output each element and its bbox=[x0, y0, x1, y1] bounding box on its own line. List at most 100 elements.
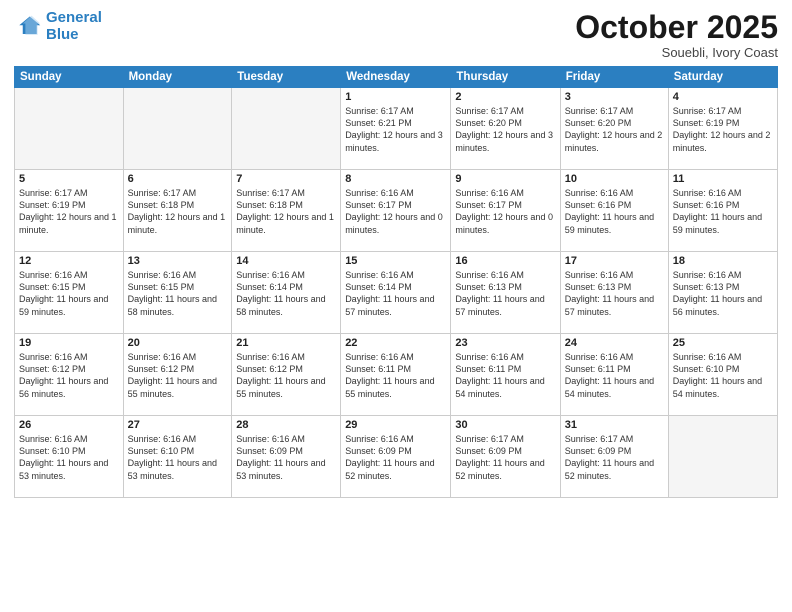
calendar-cell: 18 Sunrise: 6:16 AM Sunset: 6:13 PM Dayli… bbox=[668, 252, 777, 334]
day-info: Sunrise: 6:17 AM Sunset: 6:18 PM Dayligh… bbox=[128, 187, 228, 236]
day-info: Sunrise: 6:16 AM Sunset: 6:16 PM Dayligh… bbox=[565, 187, 664, 236]
day-info: Sunrise: 6:16 AM Sunset: 6:12 PM Dayligh… bbox=[236, 351, 336, 400]
logo-icon bbox=[14, 13, 42, 41]
day-info: Sunrise: 6:16 AM Sunset: 6:12 PM Dayligh… bbox=[128, 351, 228, 400]
title-block: October 2025 Souebli, Ivory Coast bbox=[575, 10, 778, 60]
day-info: Sunrise: 6:17 AM Sunset: 6:18 PM Dayligh… bbox=[236, 187, 336, 236]
day-info: Sunrise: 6:16 AM Sunset: 6:12 PM Dayligh… bbox=[19, 351, 119, 400]
day-info: Sunrise: 6:16 AM Sunset: 6:14 PM Dayligh… bbox=[345, 269, 446, 318]
day-number: 8 bbox=[345, 173, 446, 185]
day-number: 28 bbox=[236, 419, 336, 431]
day-number: 22 bbox=[345, 337, 446, 349]
calendar-cell: 23Sunrise: 6:16 AM Sunset: 6:11 PM Dayli… bbox=[451, 334, 560, 416]
day-number: 29 bbox=[345, 419, 446, 431]
day-info: Sunrise: 6:16 AM Sunset: 6:11 PM Dayligh… bbox=[455, 351, 555, 400]
location-subtitle: Souebli, Ivory Coast bbox=[575, 45, 778, 60]
day-number: 27 bbox=[128, 419, 228, 431]
calendar-cell: 13 Sunrise: 6:16 AM Sunset: 6:15 PM Dayli… bbox=[123, 252, 232, 334]
day-number: 15 bbox=[345, 255, 446, 267]
calendar-cell: 17 Sunrise: 6:16 AM Sunset: 6:13 PM Dayli… bbox=[560, 252, 668, 334]
day-info: Sunrise: 6:16 AM Sunset: 6:17 PM Dayligh… bbox=[455, 187, 555, 236]
day-number: 6 bbox=[128, 173, 228, 185]
calendar-cell bbox=[15, 88, 124, 170]
day-number: 21 bbox=[236, 337, 336, 349]
day-number: 19 bbox=[19, 337, 119, 349]
calendar-cell: 12 Sunrise: 6:16 AM Sunset: 6:15 PM Dayli… bbox=[15, 252, 124, 334]
calendar-cell: 29 Sunrise: 6:16 AM Sunset: 6:09 PM Dayli… bbox=[341, 416, 451, 498]
calendar-cell: 10 Sunrise: 6:16 AM Sunset: 6:16 PM Dayli… bbox=[560, 170, 668, 252]
day-info: Sunrise: 6:16 AM Sunset: 6:16 PM Dayligh… bbox=[673, 187, 773, 236]
day-header-friday: Friday bbox=[560, 67, 668, 88]
day-number: 20 bbox=[128, 337, 228, 349]
day-info: Sunrise: 6:16 AM Sunset: 6:09 PM Dayligh… bbox=[345, 433, 446, 482]
day-number: 10 bbox=[565, 173, 664, 185]
day-info: Sunrise: 6:16 AM Sunset: 6:11 PM Dayligh… bbox=[565, 351, 664, 400]
day-number: 24 bbox=[565, 337, 664, 349]
calendar-cell: 16Sunrise: 6:16 AM Sunset: 6:13 PM Dayli… bbox=[451, 252, 560, 334]
day-info: Sunrise: 6:16 AM Sunset: 6:13 PM Dayligh… bbox=[673, 269, 773, 318]
calendar-cell: 6 Sunrise: 6:17 AM Sunset: 6:18 PM Daylig… bbox=[123, 170, 232, 252]
day-header-monday: Monday bbox=[123, 67, 232, 88]
day-info: Sunrise: 6:17 AM Sunset: 6:20 PM Dayligh… bbox=[565, 105, 664, 154]
calendar-cell: 31 Sunrise: 6:17 AM Sunset: 6:09 PM Dayli… bbox=[560, 416, 668, 498]
calendar-cell bbox=[123, 88, 232, 170]
calendar-cell: 19 Sunrise: 6:16 AM Sunset: 6:12 PM Dayli… bbox=[15, 334, 124, 416]
day-number: 31 bbox=[565, 419, 664, 431]
day-header-saturday: Saturday bbox=[668, 67, 777, 88]
calendar-header-row: SundayMondayTuesdayWednesdayThursdayFrid… bbox=[15, 67, 778, 88]
day-info: Sunrise: 6:16 AM Sunset: 6:11 PM Dayligh… bbox=[345, 351, 446, 400]
calendar: SundayMondayTuesdayWednesdayThursdayFrid… bbox=[14, 66, 778, 498]
calendar-cell: 20 Sunrise: 6:16 AM Sunset: 6:12 PM Dayli… bbox=[123, 334, 232, 416]
calendar-cell bbox=[668, 416, 777, 498]
day-number: 26 bbox=[19, 419, 119, 431]
day-info: Sunrise: 6:16 AM Sunset: 6:10 PM Dayligh… bbox=[19, 433, 119, 482]
day-number: 12 bbox=[19, 255, 119, 267]
logo-line1: General bbox=[46, 9, 102, 26]
calendar-cell: 3Sunrise: 6:17 AM Sunset: 6:20 PM Daylig… bbox=[560, 88, 668, 170]
day-info: Sunrise: 6:16 AM Sunset: 6:14 PM Dayligh… bbox=[236, 269, 336, 318]
day-number: 30 bbox=[455, 419, 555, 431]
day-number: 4 bbox=[673, 91, 773, 103]
calendar-cell: 15 Sunrise: 6:16 AM Sunset: 6:14 PM Dayli… bbox=[341, 252, 451, 334]
day-info: Sunrise: 6:17 AM Sunset: 6:19 PM Dayligh… bbox=[19, 187, 119, 236]
calendar-cell: 8 Sunrise: 6:16 AM Sunset: 6:17 PM Daylig… bbox=[341, 170, 451, 252]
day-number: 9 bbox=[455, 173, 555, 185]
day-info: Sunrise: 6:16 AM Sunset: 6:10 PM Dayligh… bbox=[128, 433, 228, 482]
header: General Blue October 2025 Souebli, Ivory… bbox=[14, 10, 778, 60]
calendar-cell: 7Sunrise: 6:17 AM Sunset: 6:18 PM Daylig… bbox=[232, 170, 341, 252]
day-number: 25 bbox=[673, 337, 773, 349]
day-info: Sunrise: 6:16 AM Sunset: 6:13 PM Dayligh… bbox=[565, 269, 664, 318]
calendar-cell: 22 Sunrise: 6:16 AM Sunset: 6:11 PM Dayli… bbox=[341, 334, 451, 416]
day-info: Sunrise: 6:16 AM Sunset: 6:10 PM Dayligh… bbox=[673, 351, 773, 400]
calendar-cell: 4 Sunrise: 6:17 AM Sunset: 6:19 PM Daylig… bbox=[668, 88, 777, 170]
day-info: Sunrise: 6:16 AM Sunset: 6:13 PM Dayligh… bbox=[455, 269, 555, 318]
calendar-week-row: 26 Sunrise: 6:16 AM Sunset: 6:10 PM Dayli… bbox=[15, 416, 778, 498]
day-info: Sunrise: 6:16 AM Sunset: 6:15 PM Dayligh… bbox=[19, 269, 119, 318]
day-info: Sunrise: 6:16 AM Sunset: 6:15 PM Dayligh… bbox=[128, 269, 228, 318]
day-number: 18 bbox=[673, 255, 773, 267]
calendar-cell: 28 Sunrise: 6:16 AM Sunset: 6:09 PM Dayli… bbox=[232, 416, 341, 498]
day-header-tuesday: Tuesday bbox=[232, 67, 341, 88]
day-number: 5 bbox=[19, 173, 119, 185]
day-header-thursday: Thursday bbox=[451, 67, 560, 88]
day-info: Sunrise: 6:17 AM Sunset: 6:21 PM Dayligh… bbox=[345, 105, 446, 154]
calendar-cell bbox=[232, 88, 341, 170]
calendar-cell: 26 Sunrise: 6:16 AM Sunset: 6:10 PM Dayli… bbox=[15, 416, 124, 498]
day-number: 17 bbox=[565, 255, 664, 267]
calendar-cell: 2Sunrise: 6:17 AM Sunset: 6:20 PM Daylig… bbox=[451, 88, 560, 170]
day-info: Sunrise: 6:17 AM Sunset: 6:19 PM Dayligh… bbox=[673, 105, 773, 154]
calendar-cell: 9 Sunrise: 6:16 AM Sunset: 6:17 PM Daylig… bbox=[451, 170, 560, 252]
calendar-cell: 25 Sunrise: 6:16 AM Sunset: 6:10 PM Dayli… bbox=[668, 334, 777, 416]
day-number: 13 bbox=[128, 255, 228, 267]
calendar-cell: 11Sunrise: 6:16 AM Sunset: 6:16 PM Dayli… bbox=[668, 170, 777, 252]
day-info: Sunrise: 6:17 AM Sunset: 6:09 PM Dayligh… bbox=[565, 433, 664, 482]
calendar-week-row: 12 Sunrise: 6:16 AM Sunset: 6:15 PM Dayli… bbox=[15, 252, 778, 334]
day-header-sunday: Sunday bbox=[15, 67, 124, 88]
calendar-cell: 14Sunrise: 6:16 AM Sunset: 6:14 PM Dayli… bbox=[232, 252, 341, 334]
day-info: Sunrise: 6:16 AM Sunset: 6:09 PM Dayligh… bbox=[236, 433, 336, 482]
calendar-cell: 30Sunrise: 6:17 AM Sunset: 6:09 PM Dayli… bbox=[451, 416, 560, 498]
day-info: Sunrise: 6:16 AM Sunset: 6:17 PM Dayligh… bbox=[345, 187, 446, 236]
month-title: October 2025 bbox=[575, 10, 778, 45]
day-number: 1 bbox=[345, 91, 446, 103]
page: General Blue October 2025 Souebli, Ivory… bbox=[0, 0, 792, 612]
